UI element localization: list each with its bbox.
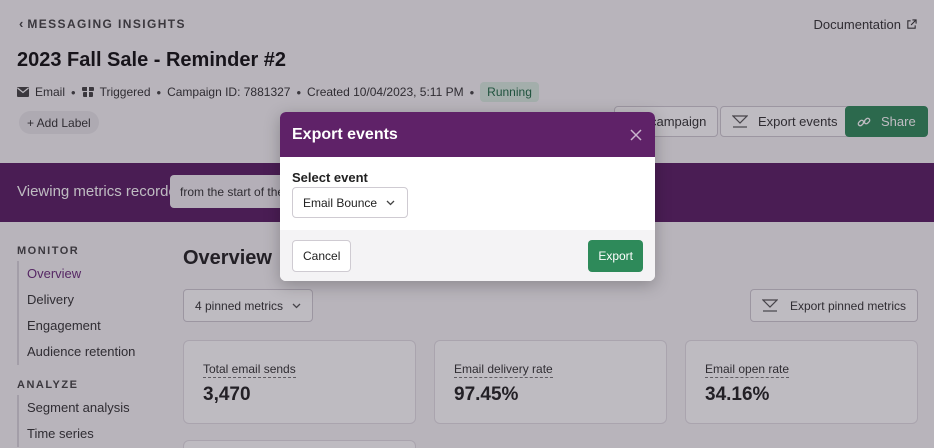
modal-header: Export events bbox=[280, 112, 655, 157]
close-icon[interactable] bbox=[630, 128, 642, 141]
select-event-label: Select event bbox=[292, 170, 368, 185]
modal-body: Select event Email Bounce bbox=[280, 157, 655, 230]
chevron-down-icon bbox=[386, 200, 395, 205]
export-button[interactable]: Export bbox=[588, 239, 643, 272]
event-select-value: Email Bounce bbox=[303, 195, 378, 210]
modal-footer: Cancel Export bbox=[280, 230, 655, 281]
export-events-modal: Export events Select event Email Bounce … bbox=[280, 112, 655, 281]
modal-title: Export events bbox=[292, 125, 398, 143]
cancel-button[interactable]: Cancel bbox=[292, 239, 352, 272]
event-select[interactable]: Email Bounce bbox=[292, 187, 408, 218]
